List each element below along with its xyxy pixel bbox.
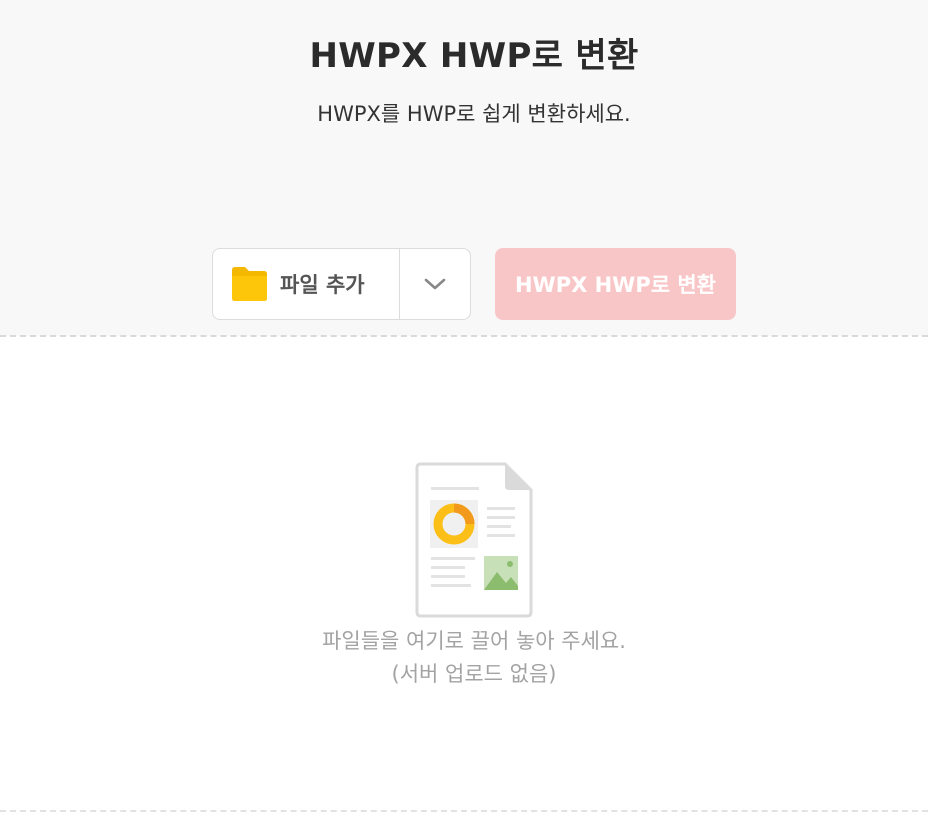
dropzone-instruction: 파일들을 여기로 끌어 놓아 주세요. [322, 629, 626, 653]
header: HWPX HWP로 변환 HWPX를 HWP로 쉽게 변환하세요. 파일 추가 … [0, 0, 928, 336]
dropzone-note: (서버 업로드 없음) [391, 662, 557, 686]
chevron-down-icon [424, 275, 446, 294]
add-files-label: 파일 추가 [280, 273, 365, 297]
page-title: HWPX HWP로 변환 [309, 36, 639, 76]
add-files-dropdown-button[interactable] [400, 249, 470, 319]
add-files-group: 파일 추가 [212, 248, 471, 320]
convert-button[interactable]: HWPX HWP로 변환 [495, 248, 736, 320]
page-subtitle: HWPX를 HWP로 쉽게 변환하세요. [317, 102, 631, 126]
file-dropzone[interactable]: 파일들을 여기로 끌어 놓아 주세요. (서버 업로드 없음) [0, 337, 928, 809]
add-files-button[interactable]: 파일 추가 [213, 249, 399, 319]
folder-icon [231, 266, 268, 302]
document-illustration-icon [415, 462, 533, 618]
dropzone-bottom-border [0, 810, 928, 812]
